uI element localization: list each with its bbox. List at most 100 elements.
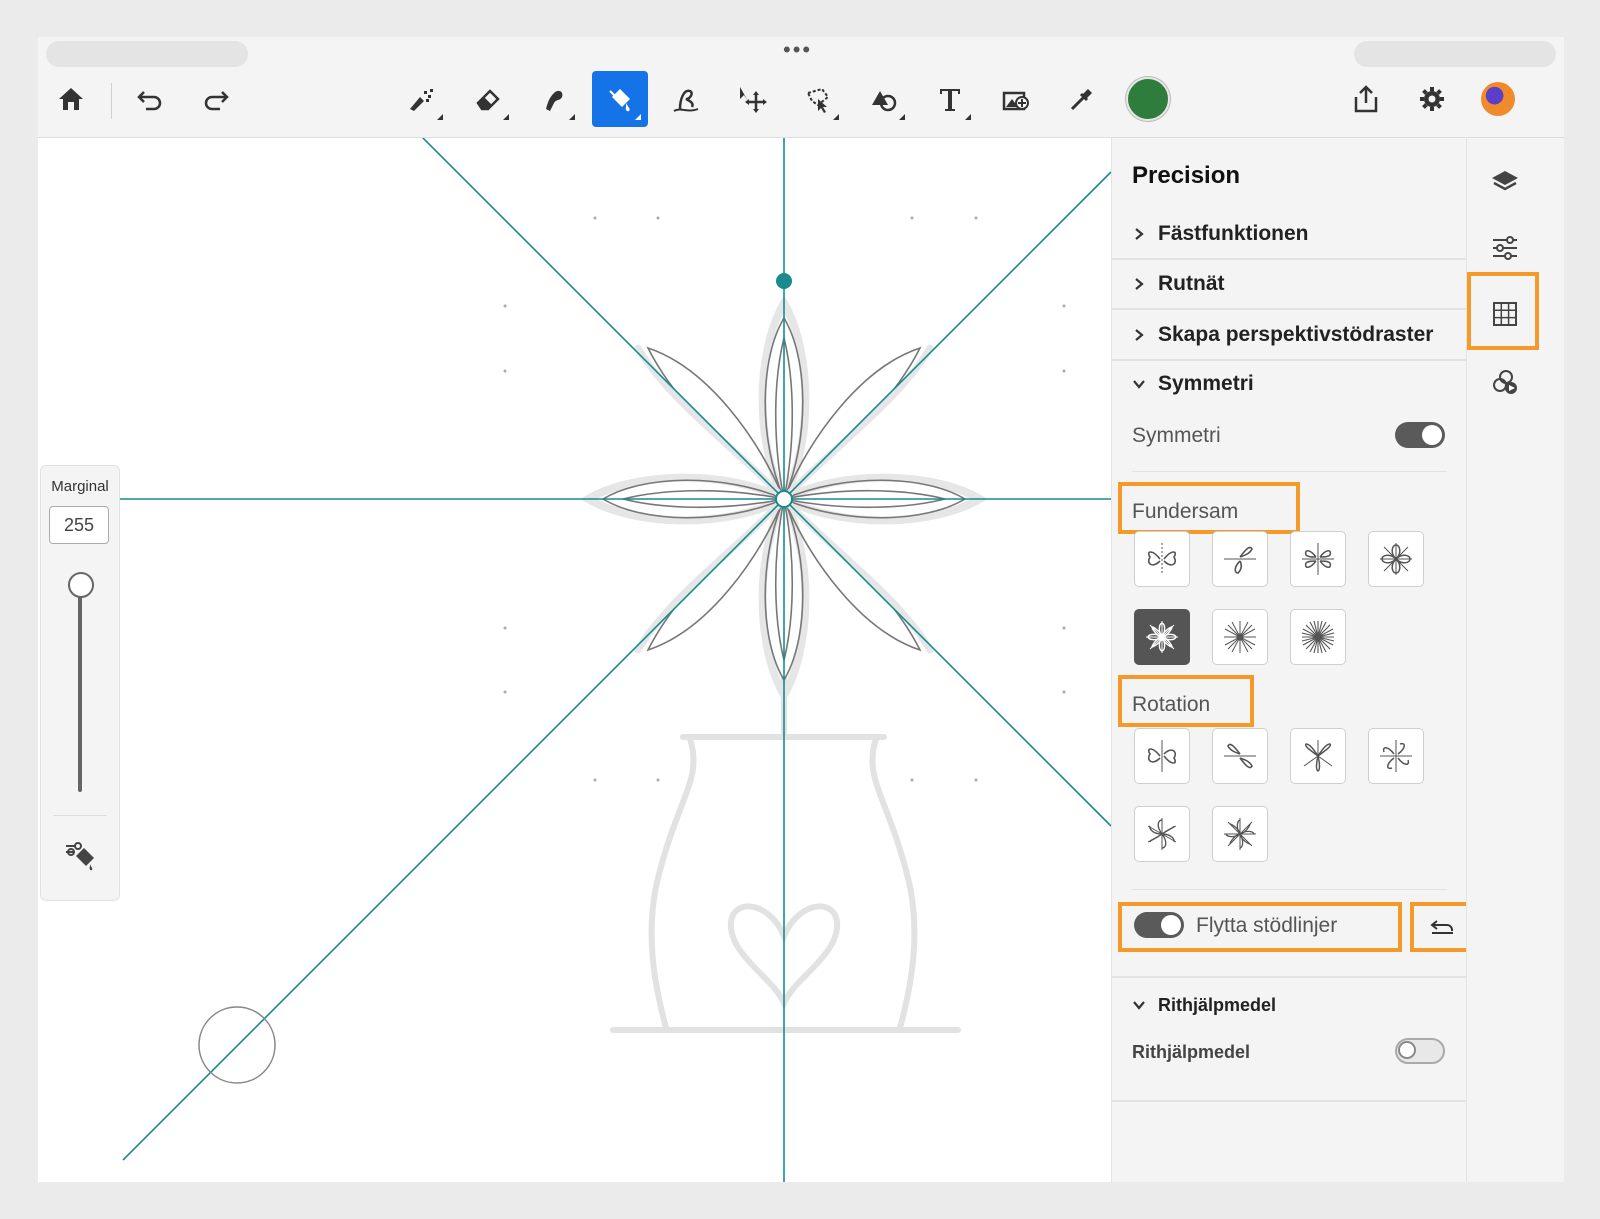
rotation-8-button[interactable] xyxy=(1212,806,1268,862)
account-button[interactable] xyxy=(1470,71,1526,127)
symmetry-guides xyxy=(118,138,1112,1182)
smudge-tool[interactable] xyxy=(526,71,582,127)
chevron-down-icon xyxy=(1132,377,1158,391)
radial-16-icon xyxy=(1301,620,1335,654)
chevron-down-icon xyxy=(1132,998,1158,1012)
mirror-radial-12-button[interactable] xyxy=(1212,609,1268,665)
precision-panel: Precision Fästfunktionen Rutnät Skapa pe… xyxy=(1111,138,1477,1182)
section-drawing-aids[interactable]: Rithjälpmedel xyxy=(1132,981,1447,1029)
rotation-2h-button[interactable] xyxy=(1212,728,1268,784)
rotation-8-icon xyxy=(1224,818,1256,850)
chevron-right-icon xyxy=(1132,277,1158,291)
settings-button[interactable] xyxy=(1404,71,1460,127)
text-tool[interactable] xyxy=(922,71,978,127)
section-grid[interactable]: Rutnät xyxy=(1132,260,1447,308)
vase-sketch xyxy=(610,675,961,1033)
shapes-tool[interactable] xyxy=(856,71,912,127)
home-button[interactable] xyxy=(43,71,99,127)
marginal-slider-track[interactable] xyxy=(78,584,82,792)
pixel-brush-tool[interactable] xyxy=(394,71,450,127)
fill-icon xyxy=(609,89,630,112)
adjustments-button[interactable] xyxy=(1487,230,1523,266)
mirror-vertical-button[interactable] xyxy=(1134,531,1190,587)
rotation-3-button[interactable] xyxy=(1290,728,1346,784)
pixel-brush-icon xyxy=(410,89,433,111)
section-symmetry[interactable]: Symmetri xyxy=(1132,360,1447,408)
color-picker-button[interactable] xyxy=(1120,71,1176,127)
symmetry-toggle[interactable] xyxy=(1395,422,1445,448)
layers-button[interactable] xyxy=(1487,164,1523,200)
text-icon xyxy=(940,89,960,111)
section-perspective[interactable]: Skapa perspektivstödraster xyxy=(1132,311,1447,359)
rotation-2-icon xyxy=(1147,740,1177,772)
drawing-aids-toggle[interactable] xyxy=(1395,1038,1445,1064)
panel-title: Precision xyxy=(1132,162,1241,189)
section-snapping[interactable]: Fästfunktionen xyxy=(1132,210,1447,258)
add-image-icon xyxy=(1002,91,1029,111)
canvas-artwork xyxy=(118,138,1112,1182)
liquify-tool[interactable] xyxy=(658,71,714,127)
redo-icon xyxy=(204,91,229,111)
gear-icon xyxy=(1420,87,1444,111)
radial-8-icon xyxy=(1146,621,1178,653)
transform-tool[interactable] xyxy=(724,71,780,127)
rotation-4-button[interactable] xyxy=(1368,728,1424,784)
rotation-6-icon xyxy=(1147,818,1177,850)
marginal-panel: Marginal 255 xyxy=(40,465,120,901)
share-button[interactable] xyxy=(1338,71,1394,127)
timelapse-icon xyxy=(1493,370,1517,394)
drawing-aids-toggle-label: Rithjälpmedel xyxy=(1132,1042,1251,1062)
layers-icon xyxy=(1492,171,1518,191)
multitasking-dots[interactable]: ••• xyxy=(783,39,812,61)
section-grid-label: Rutnät xyxy=(1158,272,1225,295)
toolbar-divider xyxy=(111,83,112,119)
butterfly-quad-icon xyxy=(1302,543,1334,575)
undo-icon xyxy=(137,91,162,111)
adjustments-icon xyxy=(1493,236,1517,260)
rotation-2-button[interactable] xyxy=(1134,728,1190,784)
divider xyxy=(1112,976,1467,978)
current-color-swatch xyxy=(1126,77,1170,121)
fill-tool[interactable] xyxy=(592,71,648,127)
lasso-select-icon xyxy=(806,87,830,113)
highlight-mirror xyxy=(1118,482,1300,534)
guide-rotation-handle xyxy=(776,273,792,289)
transform-icon xyxy=(740,87,767,113)
chevron-right-icon xyxy=(1132,227,1158,241)
add-image-tool[interactable] xyxy=(988,71,1044,127)
rotation-3-icon xyxy=(1303,740,1333,772)
marginal-value-field[interactable]: 255 xyxy=(49,506,109,544)
radial-4-icon xyxy=(1380,543,1412,575)
timelapse-button[interactable] xyxy=(1487,364,1523,400)
undo-button[interactable] xyxy=(122,71,178,127)
marginal-slider-knob[interactable] xyxy=(68,572,94,598)
app-window: ••• Marginal 255 Precision Fästfunktione… xyxy=(38,37,1564,1182)
redo-button[interactable] xyxy=(188,71,244,127)
symmetry-toggle-label: Symmetri xyxy=(1132,424,1221,447)
section-drawing-aids-label: Rithjälpmedel xyxy=(1158,994,1277,1015)
eraser-icon xyxy=(476,89,500,111)
smudge-icon xyxy=(546,90,563,111)
eraser-tool[interactable] xyxy=(460,71,516,127)
right-rail xyxy=(1466,138,1564,1182)
mirror-radial-4-button[interactable] xyxy=(1368,531,1424,587)
mirror-radial-8-button[interactable] xyxy=(1134,609,1190,665)
mirror-quad-button[interactable] xyxy=(1290,531,1346,587)
divider xyxy=(1132,471,1447,472)
home-icon xyxy=(59,88,83,110)
marginal-label: Marginal xyxy=(51,478,109,495)
guide-center-handle xyxy=(775,490,793,508)
shapes-icon xyxy=(872,91,897,112)
rotation-6-button[interactable] xyxy=(1134,806,1190,862)
eyedropper-tool[interactable] xyxy=(1054,71,1110,127)
status-pill-left xyxy=(46,41,248,67)
mirror-radial-16-button[interactable] xyxy=(1290,609,1346,665)
divider xyxy=(1112,1100,1467,1102)
drawing-canvas[interactable]: Marginal 255 xyxy=(38,138,1170,1182)
eyedropper-icon xyxy=(1070,89,1092,111)
lasso-select-tool[interactable] xyxy=(790,71,846,127)
butterfly-vertical-icon xyxy=(1147,543,1177,575)
fill-settings-button[interactable] xyxy=(62,838,98,874)
mirror-horizontal-button[interactable] xyxy=(1212,531,1268,587)
section-snapping-label: Fästfunktionen xyxy=(1158,222,1309,245)
